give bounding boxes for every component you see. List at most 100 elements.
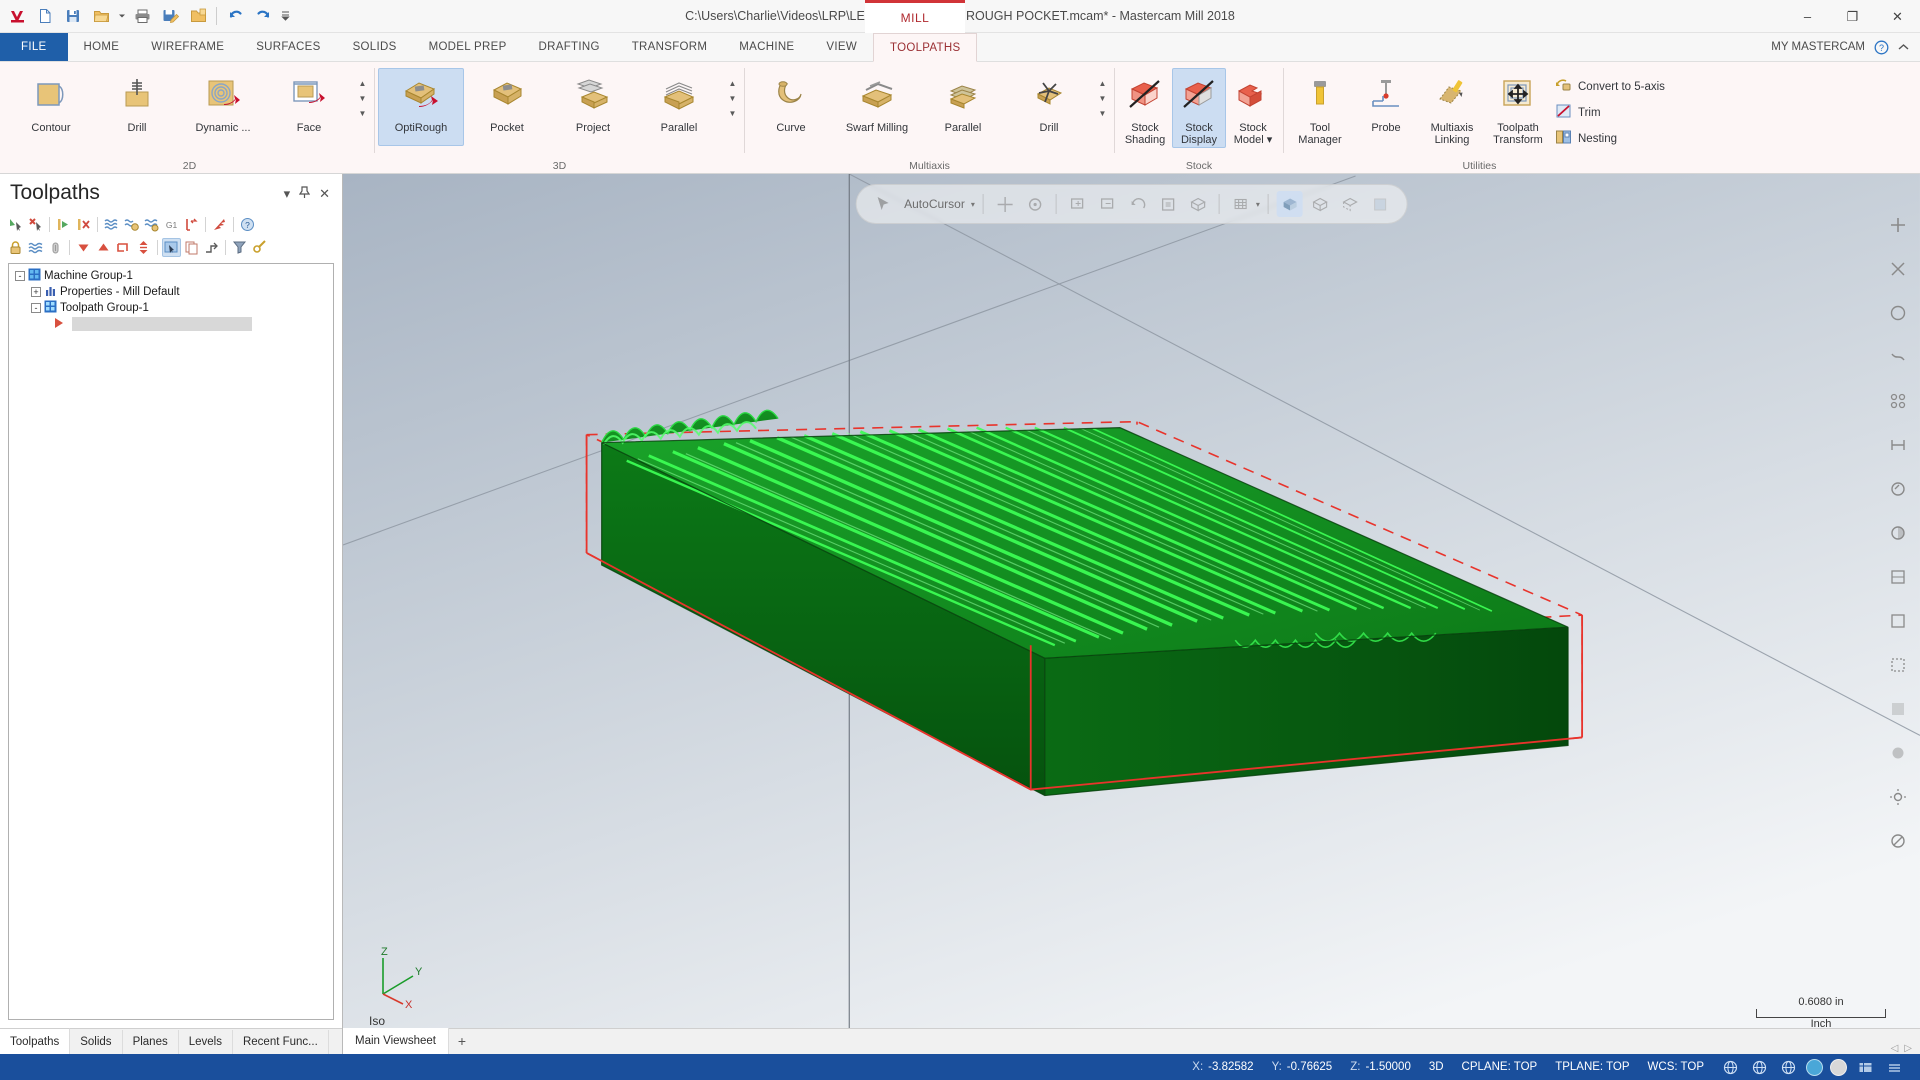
toolpath-parallel-3d-button[interactable]: Parallel (636, 68, 722, 146)
spinner-more-icon[interactable]: ▼ (725, 106, 740, 121)
panel-tab-planes[interactable]: Planes (123, 1030, 179, 1054)
unzoom-icon[interactable] (1095, 191, 1121, 217)
status-cplane[interactable]: CPLANE: TOP (1453, 1054, 1547, 1080)
filter-icon[interactable] (230, 238, 249, 257)
save-as-icon[interactable] (157, 3, 183, 29)
graphics-viewport[interactable]: AutoCursor ▾ ▾ Z Y X Iso 0.6080 in Inch … (343, 174, 1920, 1054)
toolpath-swarf-milling-button[interactable]: Swarf Milling (834, 68, 920, 146)
deselect-all-toolpaths-icon[interactable] (26, 215, 45, 234)
tree-node-properties[interactable]: + Properties - Mill Default (9, 284, 333, 300)
measure-icon[interactable] (1883, 430, 1913, 460)
wireframe-view-icon[interactable] (1307, 191, 1333, 217)
fit-to-screen-icon[interactable] (1883, 254, 1913, 284)
tab-view[interactable]: VIEW (810, 33, 873, 61)
status-coord-x[interactable]: X: -3.82582 (1183, 1054, 1262, 1080)
level-color-icon[interactable] (1830, 1058, 1847, 1076)
tab-surfaces[interactable]: SURFACES (240, 33, 336, 61)
tab-home[interactable]: HOME (68, 33, 136, 61)
tab-toolpaths[interactable]: TOOLPATHS (873, 33, 978, 62)
simulate-icon[interactable] (142, 215, 161, 234)
globe-wcs-icon[interactable] (1777, 1056, 1799, 1078)
tool-manager-button[interactable]: Tool Manager (1287, 68, 1353, 148)
spinner-up-icon[interactable]: ▲ (355, 76, 370, 91)
material-icon[interactable] (1883, 738, 1913, 768)
help-icon[interactable]: ? (1874, 40, 1889, 55)
spinner-more-icon[interactable]: ▼ (355, 106, 370, 121)
stock-shading-button[interactable]: Stock Shading (1118, 68, 1172, 148)
panel-tab-recent-functions[interactable]: Recent Func... (233, 1030, 329, 1054)
toolpath-optirough-button[interactable]: OptiRough (378, 68, 464, 146)
zoom-window-icon[interactable] (1065, 191, 1091, 217)
move-up-icon[interactable] (94, 238, 113, 257)
verify-icon[interactable] (122, 215, 141, 234)
panel-close-icon[interactable]: ✕ (319, 187, 330, 200)
multiaxis-linking-button[interactable]: Multiaxis Linking (1419, 68, 1485, 148)
collapse-ribbon-icon[interactable] (1898, 43, 1909, 52)
tree-insert-marker-row[interactable] (9, 316, 333, 332)
help-toolpath-icon[interactable]: ? (238, 215, 257, 234)
spinner-more-icon[interactable]: ▼ (1095, 106, 1110, 121)
dynamic-rotate-icon[interactable] (1883, 342, 1913, 372)
delete-toolpath-icon[interactable] (210, 215, 229, 234)
toolpath-project-button[interactable]: Project (550, 68, 636, 146)
grid-dropdown-icon[interactable]: ▾ (1256, 200, 1260, 209)
tree-node-machine-group[interactable]: - Machine Group-1 (9, 268, 333, 284)
toolpath-curve-button[interactable]: Curve (748, 68, 834, 146)
tab-file[interactable]: FILE (0, 33, 68, 61)
chevron-down-icon[interactable]: ▾ (1264, 134, 1273, 146)
regenerate-invalid-icon[interactable] (74, 215, 93, 234)
viewsheet-tab-main[interactable]: Main Viewsheet (343, 1028, 449, 1054)
tree-expander-icon[interactable]: + (31, 287, 41, 297)
lighting-icon[interactable] (1883, 782, 1913, 812)
g1-post-icon[interactable]: G1 (162, 215, 181, 234)
stock-model-button[interactable]: Stock Model ▾ (1226, 68, 1280, 148)
customize-qat-icon[interactable] (278, 3, 292, 29)
tab-machine[interactable]: MACHINE (723, 33, 810, 61)
section-view-icon[interactable] (1883, 518, 1913, 548)
spinner-down-icon[interactable]: ▼ (1095, 91, 1110, 106)
redo-icon[interactable] (250, 3, 276, 29)
minimize-button[interactable]: – (1785, 0, 1830, 33)
backplot-icon[interactable] (102, 215, 121, 234)
toggle-posting-icon[interactable] (26, 238, 45, 257)
shading-toggle-icon[interactable] (1883, 562, 1913, 592)
move-down-icon[interactable] (74, 238, 93, 257)
trim-button[interactable]: Trim (1551, 100, 1672, 125)
high-speed-icon[interactable] (182, 215, 201, 234)
toolpath-transform-button[interactable]: Toolpath Transform (1485, 68, 1551, 148)
hidden-lines-icon[interactable] (1337, 191, 1363, 217)
lock-toolpath-icon[interactable] (6, 238, 25, 257)
viewsheet-scroll-controls[interactable]: ◁ ▷ (1891, 1043, 1920, 1054)
toolpath-tree[interactable]: - Machine Group-1 + Properties - Mill De… (8, 263, 334, 1020)
globe-tplane-icon[interactable] (1748, 1056, 1770, 1078)
spinner-down-icon[interactable]: ▼ (355, 91, 370, 106)
autocursor-dropdown-icon[interactable]: ▾ (971, 200, 975, 209)
settings-toolpath-icon[interactable] (250, 238, 269, 257)
toolpath-pocket-3d-button[interactable]: Pocket (464, 68, 550, 146)
mastercam-logo-icon[interactable] (4, 3, 30, 29)
import-folder-icon[interactable] (185, 3, 211, 29)
zoom-target-icon[interactable] (1883, 298, 1913, 328)
tab-model-prep[interactable]: MODEL PREP (413, 33, 523, 61)
grid-toggle-icon[interactable] (1228, 191, 1254, 217)
analyze-icon[interactable] (1883, 474, 1913, 504)
new-file-icon[interactable] (32, 3, 58, 29)
tree-node-toolpath-group[interactable]: - Toolpath Group-1 (9, 300, 333, 316)
wireframe-toggle-icon[interactable] (1883, 606, 1913, 636)
panel-tab-solids[interactable]: Solids (70, 1030, 123, 1054)
copy-paste-icon[interactable] (182, 238, 201, 257)
spinner-up-icon[interactable]: ▲ (725, 76, 740, 91)
status-wcs[interactable]: WCS: TOP (1639, 1054, 1713, 1080)
mill-machine-tab[interactable]: MILL (865, 0, 965, 33)
panel-dropdown-icon[interactable]: ▾ (284, 187, 291, 200)
single-select-icon[interactable] (162, 238, 181, 257)
tree-expander-icon[interactable]: - (15, 271, 25, 281)
regenerate-selected-icon[interactable] (54, 215, 73, 234)
maximize-button[interactable]: ❐ (1830, 0, 1875, 33)
translucency-toggle-icon[interactable] (1883, 694, 1913, 724)
print-icon[interactable] (129, 3, 155, 29)
toolpath-group-icon[interactable] (114, 238, 133, 257)
tab-drafting[interactable]: DRAFTING (523, 33, 616, 61)
snap-point-icon[interactable] (992, 191, 1018, 217)
toggle-toolpath-display-icon[interactable] (46, 238, 65, 257)
